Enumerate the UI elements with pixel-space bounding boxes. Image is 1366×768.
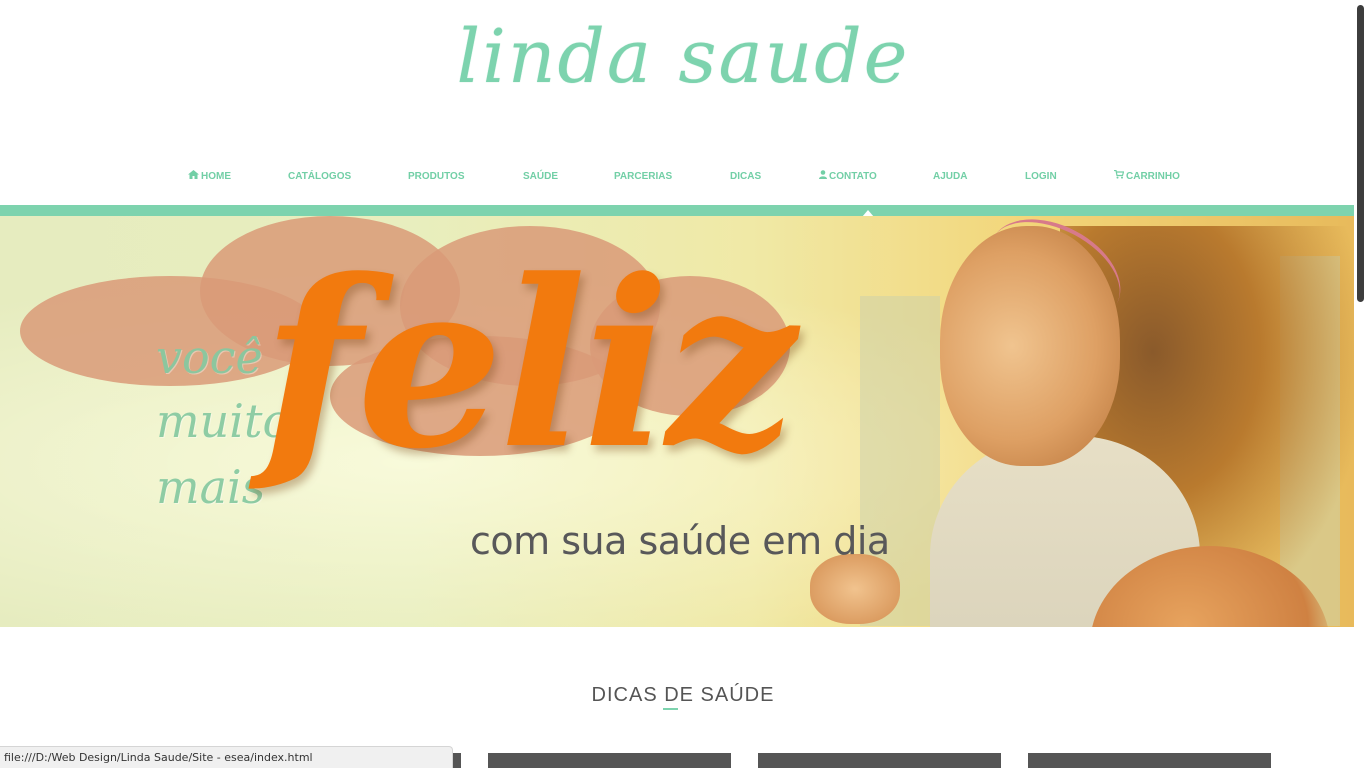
- nav-item-dicas[interactable]: DICAS: [730, 166, 761, 188]
- nav-item-label: PRODUTOS: [408, 171, 465, 182]
- hero-line-3: mais: [156, 460, 266, 514]
- nav-item-label: CONTATO: [829, 171, 877, 182]
- home-icon: [188, 166, 199, 188]
- nav-item-produtos[interactable]: PRODUTOS: [408, 166, 465, 188]
- tip-card[interactable]: [488, 753, 731, 768]
- hero-subline: com sua saúde em dia: [470, 519, 890, 563]
- nav-item-label: PARCERIAS: [614, 171, 673, 182]
- nav-item-home[interactable]: HOME: [188, 166, 231, 188]
- runner-hand: [810, 554, 900, 624]
- main-nav: HOME CATÁLOGOS PRODUTOS SAÚDE PARCERIAS …: [0, 166, 1366, 188]
- browser-status-bar: file:///D:/Web Design/Linda Saude/Site -…: [0, 746, 453, 768]
- tip-card[interactable]: [1028, 753, 1271, 768]
- nav-underline-bar: [0, 205, 1366, 216]
- hero-banner: você muito mais feliz com sua saúde em d…: [0, 216, 1366, 627]
- section-title-underline: [663, 708, 678, 710]
- nav-item-label: CATÁLOGOS: [288, 171, 352, 182]
- hero-headline: feliz: [262, 230, 797, 500]
- nav-item-label: AJUDA: [933, 171, 968, 182]
- scrollbar-thumb[interactable]: [1357, 5, 1364, 302]
- site-logo[interactable]: linda saude: [0, 14, 1366, 100]
- cart-icon: [1114, 166, 1125, 188]
- nav-item-saude[interactable]: SAÚDE: [523, 166, 558, 188]
- nav-item-contato[interactable]: CONTATO: [819, 166, 877, 188]
- nav-item-login[interactable]: LOGIN: [1025, 166, 1057, 188]
- nav-item-ajuda[interactable]: AJUDA: [933, 166, 967, 188]
- nav-item-carrinho[interactable]: CARRINHO: [1114, 166, 1180, 188]
- nav-item-label: SAÚDE: [523, 171, 559, 182]
- section-title: DICAS DE SAÚDE: [591, 684, 775, 706]
- nav-item-catalogos[interactable]: CATÁLOGOS: [288, 166, 351, 188]
- nav-item-label: CARRINHO: [1126, 171, 1180, 182]
- tip-card[interactable]: [758, 753, 1001, 768]
- nav-item-label: DICAS: [730, 171, 762, 182]
- nav-item-label: HOME: [201, 171, 231, 182]
- user-icon: [819, 166, 827, 188]
- nav-item-label: LOGIN: [1025, 171, 1057, 182]
- page: linda saude HOME CATÁLOGOS PRODUTOS SAÚD…: [0, 0, 1366, 768]
- nav-item-parcerias[interactable]: PARCERIAS: [614, 166, 672, 188]
- hero-line-1: você: [156, 330, 263, 384]
